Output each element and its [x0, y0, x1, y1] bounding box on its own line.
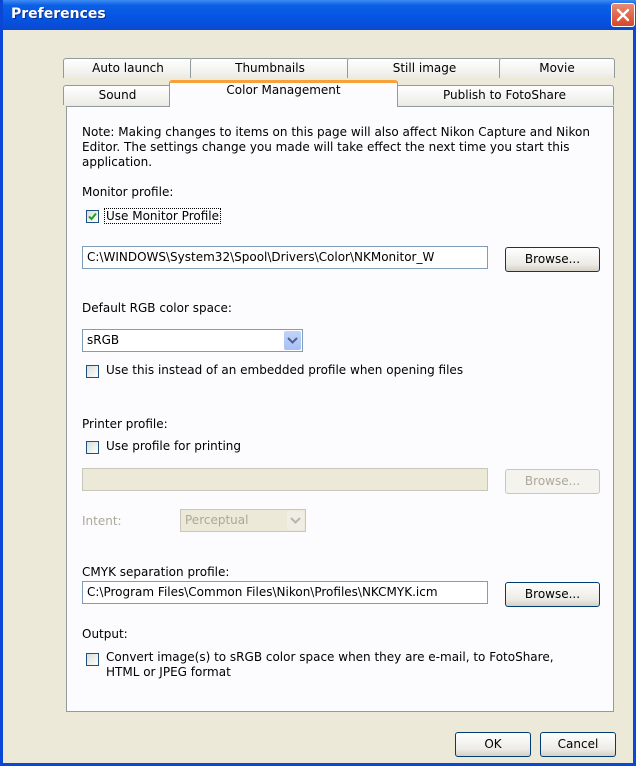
printer-profile-path-field[interactable] — [82, 468, 488, 491]
tab-label: Movie — [539, 61, 575, 75]
title-bar[interactable]: Preferences — [3, 0, 636, 30]
rgb-color-space-label: Default RGB color space: — [82, 301, 232, 315]
monitor-profile-label: Monitor profile: — [82, 185, 174, 199]
tab-label: Publish to FotoShare — [443, 88, 566, 102]
rgb-color-space-value: sRGB — [87, 333, 120, 347]
intent-value: Perceptual — [185, 513, 249, 527]
cmyk-profile-path-field[interactable]: C:\Program Files\Common Files\Nikon\Prof… — [82, 581, 488, 604]
chevron-down-icon — [290, 517, 301, 524]
tab-auto-launch[interactable]: Auto launch — [63, 58, 193, 78]
close-button[interactable] — [611, 3, 635, 27]
convert-srgb-label[interactable]: Convert image(s) to sRGB color space whe… — [106, 650, 586, 680]
dropdown-arrow[interactable] — [284, 331, 301, 350]
tab-still-image[interactable]: Still image — [347, 58, 502, 78]
close-icon — [616, 8, 630, 22]
checkmark-icon — [88, 212, 97, 221]
cmyk-browse-button[interactable]: Browse... — [505, 582, 600, 607]
preferences-window: Preferences Auto launch Thumbnails Still… — [0, 0, 636, 766]
ok-button[interactable]: OK — [455, 732, 531, 757]
tab-label: Thumbnails — [235, 61, 305, 75]
tab-label: Auto launch — [92, 61, 164, 75]
color-management-panel: Note: Making changes to items on this pa… — [66, 106, 614, 712]
window-title: Preferences — [11, 6, 106, 22]
convert-srgb-checkbox[interactable] — [86, 653, 99, 666]
tab-movie[interactable]: Movie — [499, 58, 615, 78]
tab-label: Sound — [98, 88, 137, 102]
monitor-browse-button[interactable]: Browse... — [505, 247, 600, 272]
tab-thumbnails[interactable]: Thumbnails — [190, 58, 350, 78]
tab-color-management[interactable]: Color Management — [169, 80, 398, 107]
use-monitor-profile-label[interactable]: Use Monitor Profile — [104, 208, 221, 224]
note-text: Note: Making changes to items on this pa… — [82, 125, 590, 169]
intent-select[interactable]: Perceptual — [180, 509, 306, 532]
dropdown-arrow[interactable] — [287, 511, 304, 530]
rgb-color-space-select[interactable]: sRGB — [82, 329, 303, 352]
cancel-button[interactable]: Cancel — [540, 732, 616, 757]
use-monitor-profile-checkbox[interactable] — [86, 210, 99, 223]
cmyk-profile-label: CMYK separation profile: — [82, 565, 230, 579]
tab-label: Still image — [392, 61, 457, 75]
tab-label: Color Management — [226, 83, 341, 97]
use-instead-embedded-label[interactable]: Use this instead of an embedded profile … — [106, 363, 463, 377]
chevron-down-icon — [287, 337, 298, 344]
use-profile-printing-label[interactable]: Use profile for printing — [106, 439, 241, 453]
tab-sound[interactable]: Sound — [63, 85, 172, 105]
monitor-profile-path-field[interactable]: C:\WINDOWS\System32\Spool\Drivers\Color\… — [82, 246, 488, 269]
tab-publish-to-fotoshare[interactable]: Publish to FotoShare — [395, 85, 614, 105]
intent-label: Intent: — [82, 514, 122, 528]
use-profile-printing-checkbox[interactable] — [86, 441, 99, 454]
use-instead-embedded-checkbox[interactable] — [86, 365, 99, 378]
output-label: Output: — [82, 627, 128, 641]
printer-profile-label: Printer profile: — [82, 417, 168, 431]
printer-browse-button[interactable]: Browse... — [505, 469, 600, 494]
